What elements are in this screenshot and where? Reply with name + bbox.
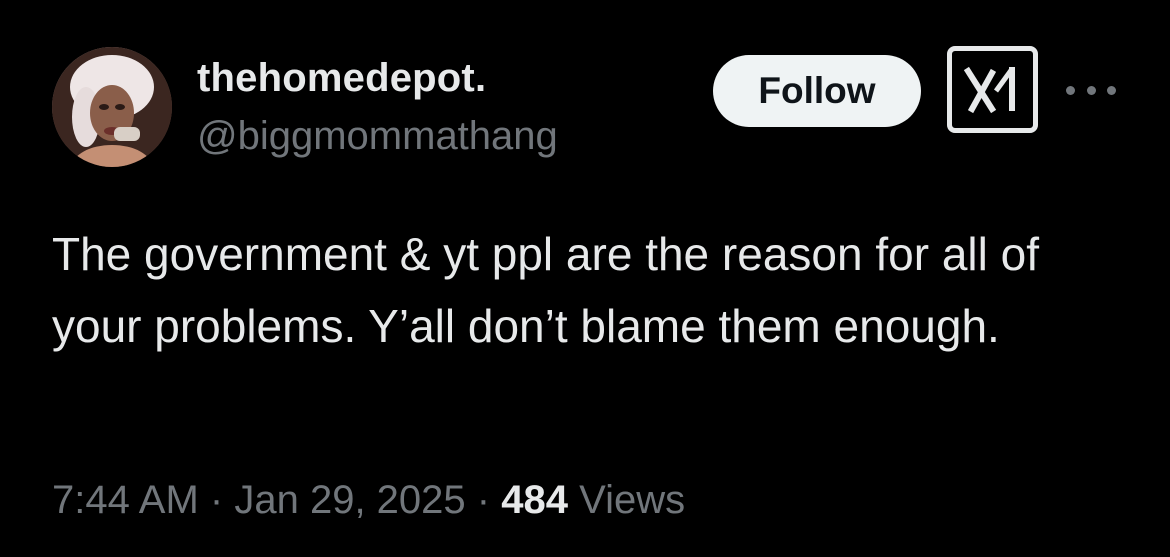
tweet-card: thehomedepot. @biggmommathang Follow The…: [0, 0, 1170, 557]
more-options-button[interactable]: [1066, 78, 1116, 102]
avatar[interactable]: [52, 47, 172, 167]
views-count[interactable]: 484: [501, 478, 568, 522]
grok-button[interactable]: [947, 46, 1038, 133]
tweet-time[interactable]: 7:44 AM: [52, 478, 199, 522]
more-dot-icon: [1086, 85, 1096, 95]
views-label[interactable]: Views: [579, 478, 685, 522]
meta-separator: ·: [209, 478, 224, 522]
tweet-meta: 7:44 AM · Jan 29, 2025 · 484 Views: [52, 478, 685, 523]
avatar-photo-icon: [52, 47, 172, 167]
grok-icon: [963, 66, 1015, 113]
more-dot-icon: [1107, 85, 1116, 95]
display-name[interactable]: thehomedepot.: [197, 56, 486, 101]
follow-button[interactable]: Follow: [713, 55, 921, 127]
meta-separator: ·: [476, 478, 491, 522]
tweet-text: The government & yt ppl are the reason f…: [52, 228, 1039, 352]
tweet-date[interactable]: Jan 29, 2025: [234, 478, 465, 522]
user-handle[interactable]: @biggmommathang: [197, 114, 558, 159]
more-dot-icon: [1066, 85, 1075, 95]
